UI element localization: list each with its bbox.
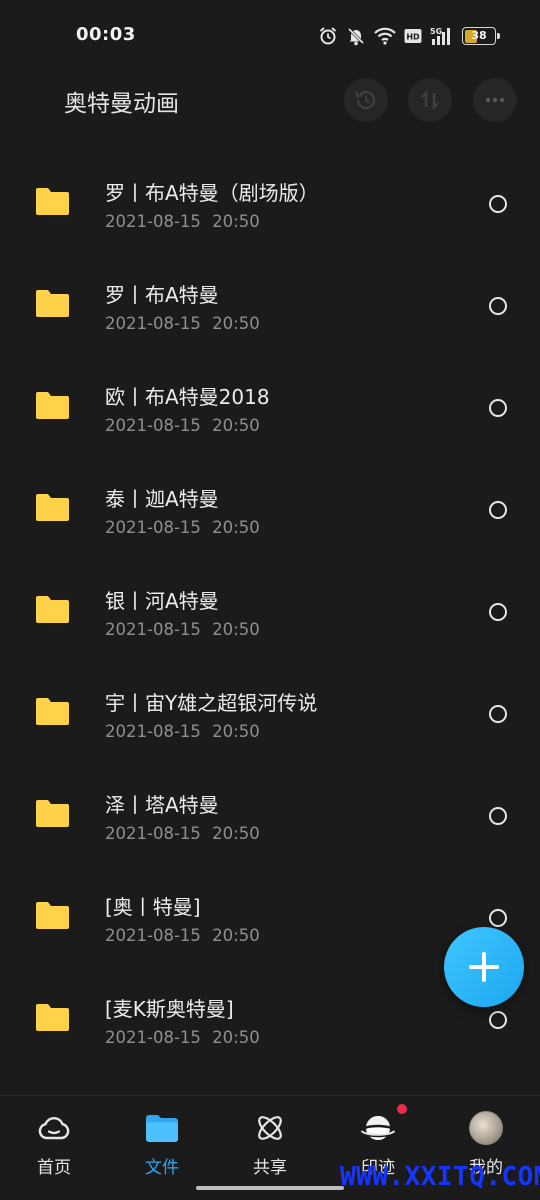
folder-name: 罗丨布A特曼 — [105, 283, 219, 307]
top-bar: 奥特曼动画 — [0, 72, 540, 128]
folder-row[interactable]: 银丨河A特曼 2021-08-15 20:50 — [0, 563, 540, 665]
folder-icon — [36, 902, 69, 929]
folder-name: 泽丨塔A特曼 — [105, 793, 219, 817]
select-radio[interactable] — [489, 1011, 507, 1029]
alarm-icon — [319, 27, 337, 45]
5g-signal-icon: 5G — [430, 27, 450, 45]
folder-date: 2021-08-15 20:50 — [105, 824, 260, 843]
add-button[interactable] — [444, 927, 524, 1007]
folder-icon — [36, 392, 69, 419]
folder-date: 2021-08-15 20:50 — [105, 314, 260, 333]
folder-row[interactable]: 泰丨迦A特曼 2021-08-15 20:50 — [0, 461, 540, 563]
folder-name: 罗丨布A特曼（剧场版） — [105, 181, 319, 205]
wifi-icon — [374, 27, 396, 45]
status-bar: 00:03 HD 5G 38 — [0, 0, 540, 72]
hd-icon: HD — [404, 29, 422, 43]
nav-home[interactable]: 首页 — [0, 1096, 108, 1200]
folder-icon — [36, 698, 69, 725]
status-icons: HD 5G 38 — [318, 24, 500, 48]
plus-icon — [469, 952, 499, 982]
folder-icon — [36, 290, 69, 317]
folder-icon — [36, 1004, 69, 1031]
folder-date: 2021-08-15 20:50 — [105, 416, 260, 435]
avatar — [468, 1110, 504, 1146]
select-radio[interactable] — [489, 909, 507, 927]
more-icon — [485, 97, 505, 103]
nav-share[interactable]: 共享 — [216, 1096, 324, 1200]
folder-name: 泰丨迦A特曼 — [105, 487, 219, 511]
select-radio[interactable] — [489, 603, 507, 621]
nav-files-label: 文件 — [145, 1158, 179, 1178]
select-radio[interactable] — [489, 807, 507, 825]
folder-name: 宇丨宙Y雄之超银河传说 — [105, 691, 318, 715]
folder-date: 2021-08-15 20:50 — [105, 620, 260, 639]
folder-date: 2021-08-15 20:50 — [105, 722, 260, 741]
home-indicator[interactable] — [196, 1186, 344, 1190]
nav-files[interactable]: 文件 — [108, 1096, 216, 1200]
folder-icon — [36, 596, 69, 623]
history-button[interactable] — [344, 78, 388, 122]
folder-name: 欧丨布A特曼2018 — [105, 385, 270, 409]
cloud-icon — [36, 1110, 72, 1146]
battery-icon: 38 — [462, 27, 500, 45]
folder-icon — [36, 494, 69, 521]
battery-cap — [497, 33, 500, 39]
more-button[interactable] — [473, 78, 517, 122]
select-radio[interactable] — [489, 399, 507, 417]
avatar-image — [469, 1111, 503, 1145]
folder-row[interactable]: 欧丨布A特曼2018 2021-08-15 20:50 — [0, 359, 540, 461]
folder-name: [麦K斯奥特曼] — [105, 997, 234, 1021]
svg-text:5G: 5G — [430, 27, 442, 36]
svg-text:HD: HD — [406, 33, 420, 42]
folder-row[interactable]: 宇丨宙Y雄之超银河传说 2021-08-15 20:50 — [0, 665, 540, 767]
page-title: 奥特曼动画 — [64, 91, 179, 117]
sort-icon — [421, 90, 439, 110]
mute-bell-icon — [347, 27, 365, 46]
planet-icon — [360, 1110, 396, 1146]
folder-row[interactable]: 罗丨布A特曼（剧场版） 2021-08-15 20:50 — [0, 155, 540, 257]
select-radio[interactable] — [489, 501, 507, 519]
battery-text: 38 — [471, 29, 487, 42]
status-time: 00:03 — [76, 24, 136, 45]
nav-share-label: 共享 — [253, 1158, 287, 1178]
folder-icon — [36, 800, 69, 827]
folder-name: [奥丨特曼] — [105, 895, 201, 919]
atom-icon — [252, 1110, 288, 1146]
notification-badge — [397, 1104, 407, 1114]
history-icon — [355, 90, 376, 110]
select-radio[interactable] — [489, 297, 507, 315]
folder-row[interactable]: 罗丨布A特曼 2021-08-15 20:50 — [0, 257, 540, 359]
folder-name: 银丨河A特曼 — [105, 589, 219, 613]
folder-date: 2021-08-15 20:50 — [105, 212, 260, 231]
folder-date: 2021-08-15 20:50 — [105, 518, 260, 537]
folder-icon — [36, 188, 69, 215]
select-radio[interactable] — [489, 195, 507, 213]
folder-date: 2021-08-15 20:50 — [105, 1028, 260, 1047]
select-radio[interactable] — [489, 705, 507, 723]
files-folder-icon — [144, 1110, 180, 1146]
sort-button[interactable] — [408, 78, 452, 122]
nav-home-label: 首页 — [37, 1158, 71, 1178]
watermark: WWW.XXITQ.COM — [340, 1162, 540, 1192]
folder-date: 2021-08-15 20:50 — [105, 926, 260, 945]
folder-row[interactable]: 泽丨塔A特曼 2021-08-15 20:50 — [0, 767, 540, 869]
